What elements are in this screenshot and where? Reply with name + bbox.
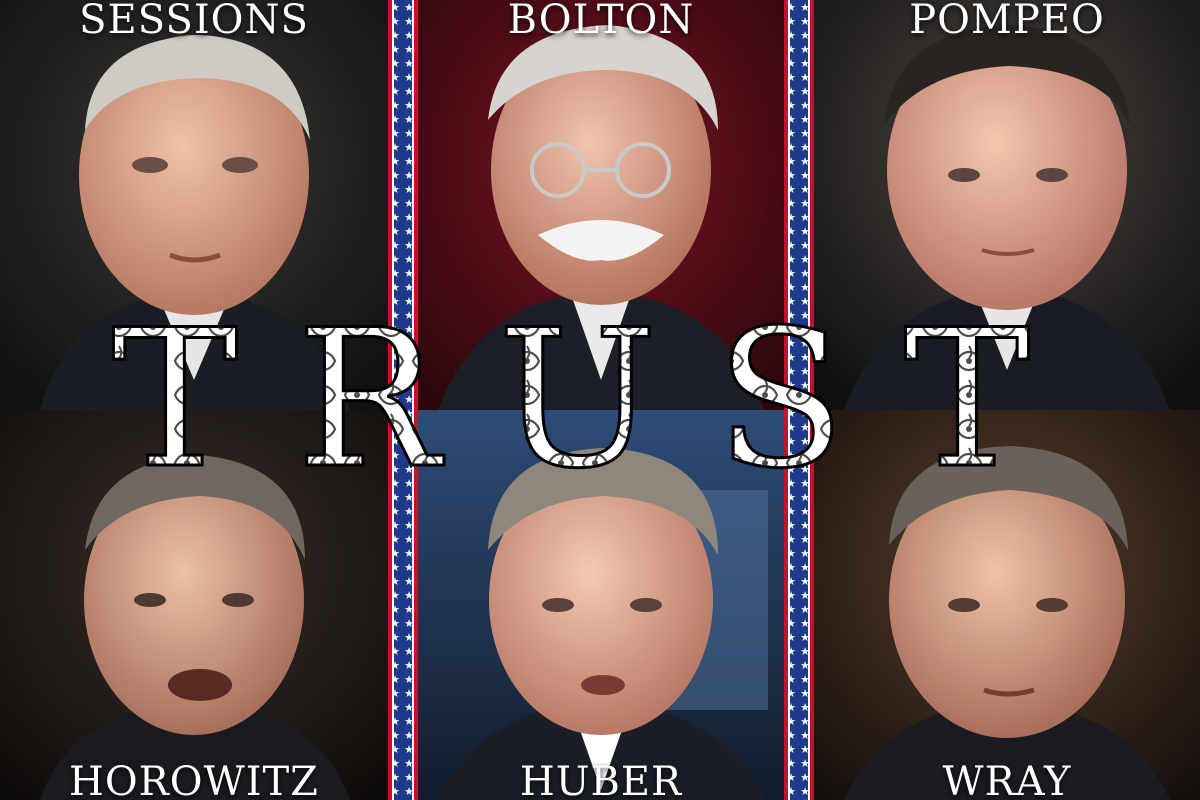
- name-label-top-right: POMPEO: [909, 0, 1105, 43]
- portrait-huber: [418, 410, 784, 800]
- portrait-bolton: [418, 0, 784, 410]
- name-label-top-center: BOLTON: [507, 0, 695, 43]
- portrait-horowitz: [0, 410, 388, 800]
- portrait-pompeo: [814, 0, 1200, 410]
- name-label-bottom-center: HUBER: [519, 759, 683, 800]
- name-label-top-left: SESSIONS: [79, 0, 309, 43]
- flag-divider-left: ★: [388, 0, 418, 800]
- name-label-bottom-right: WRAY: [942, 759, 1072, 800]
- portrait-wray: [814, 410, 1200, 800]
- portrait-collage: ★ ★ SESSIONS BOLTON POM: [0, 0, 1200, 800]
- flag-divider-right: ★: [784, 0, 814, 800]
- portrait-sessions: [0, 0, 388, 410]
- name-label-bottom-left: HOROWITZ: [69, 759, 319, 800]
